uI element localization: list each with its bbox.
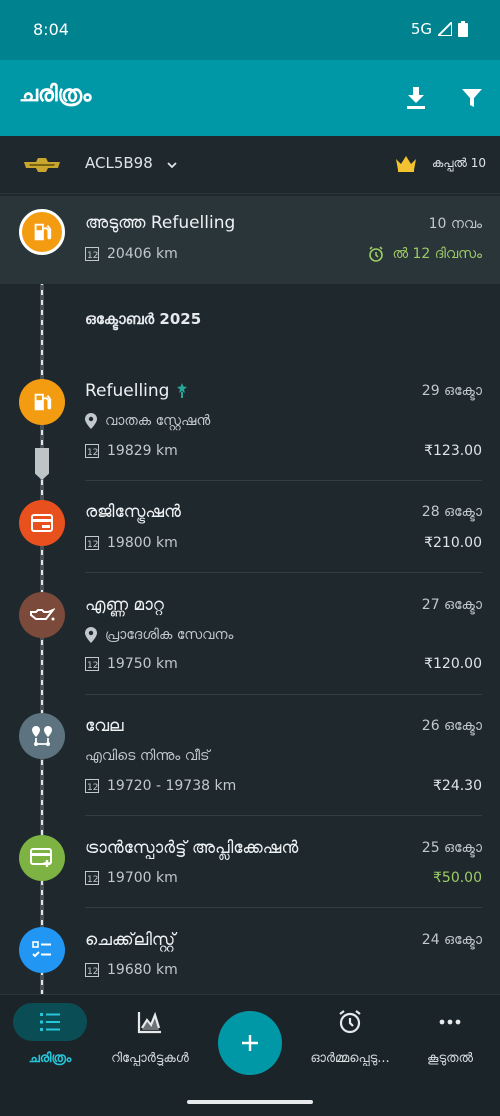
svg-text:12: 12 <box>87 448 98 458</box>
entry-odometer: 12 19700 km <box>85 870 178 886</box>
location-pin-icon <box>85 627 97 643</box>
download-icon[interactable] <box>400 82 432 114</box>
status-icons: 5G <box>411 20 468 38</box>
entry-location: പ്രാദേശിക സേവനം <box>85 627 233 643</box>
signal-icon <box>438 22 452 36</box>
odometer-icon: 12 <box>85 657 99 671</box>
chart-icon <box>100 1003 200 1041</box>
entry-title: രജിസ്ട്രേഷൻ <box>85 502 181 522</box>
entry-price: ₹120.00 <box>424 656 482 672</box>
upcoming-due: ൽ 12 ദിവസം <box>368 246 482 262</box>
card-plus-icon <box>19 835 65 881</box>
checklist-icon <box>19 927 65 973</box>
odometer-icon: 12 <box>85 779 99 793</box>
nav-history-label: ചരിത്രം <box>28 1051 72 1066</box>
divider <box>85 572 482 573</box>
entry-odometer: 12 19750 km <box>85 656 178 672</box>
nav-reminders-label: ഓർമ്മപ്പെടു... <box>310 1051 390 1066</box>
fuel-pump-icon <box>19 209 65 255</box>
status-time: 8:04 <box>33 20 69 39</box>
filter-icon[interactable] <box>456 82 488 114</box>
entry-price: ₹24.30 <box>433 778 482 794</box>
entry-odometer: 12 19680 km <box>85 962 178 978</box>
divider <box>85 694 482 695</box>
fleet-tier: കപ്പൽ 10 <box>431 156 486 170</box>
plus-icon <box>242 1035 258 1051</box>
upcoming-date: 10 നവം <box>428 216 482 232</box>
bottom-navigation: ചരിത്രം റിപ്പോർട്ടുകൾ ഓർമ്മപ്പെടു... കൂട… <box>0 994 500 1116</box>
entry-title: എണ്ണ മാറ്റ <box>85 595 164 615</box>
entry-title: ട്രാൻസ്പോർട്ട് അപ്ലിക്കേഷൻ <box>85 838 299 858</box>
more-dots-icon <box>400 1003 500 1041</box>
entry-location: വാതക സ്റ്റേഷൻ <box>85 413 210 429</box>
location-pin-icon <box>85 413 97 429</box>
nav-reports-label: റിപ്പോർട്ടുകൾ <box>111 1051 189 1066</box>
entry-odometer: 12 19829 km <box>85 443 178 459</box>
entry-odometer: 12 19720 - 19738 km <box>85 778 237 794</box>
add-entry-button[interactable] <box>218 1011 282 1075</box>
fuel-pump-icon <box>19 379 65 425</box>
upcoming-odometer: 12 20406 km <box>85 246 178 262</box>
entry-title: Refuelling <box>85 381 170 401</box>
crown-icon <box>395 155 417 177</box>
nav-history[interactable]: ചരിത്രം <box>0 1003 100 1066</box>
list-icon <box>13 1003 87 1041</box>
svg-text:12: 12 <box>87 783 98 793</box>
svg-text:12: 12 <box>87 875 98 885</box>
divider <box>85 815 482 816</box>
svg-text:12: 12 <box>87 967 98 977</box>
odometer-icon: 12 <box>85 536 99 550</box>
nav-more-label: കൂടുതൽ <box>426 1051 474 1066</box>
odometer-icon: 12 <box>85 444 99 458</box>
route-icon <box>19 713 65 759</box>
upcoming-connector <box>35 448 49 480</box>
entry-odometer: 12 19800 km <box>85 535 178 551</box>
month-header: ഒക്ടോബർ 2025 <box>85 310 202 328</box>
odometer-icon: 12 <box>85 871 99 885</box>
svg-text:12: 12 <box>87 251 98 261</box>
registration-card-icon <box>19 500 65 546</box>
entry-date: 27 ഒക്ടോ <box>421 597 482 613</box>
entry-note: എവിടെ നിന്നും വീട് <box>85 748 210 764</box>
svg-text:12: 12 <box>87 540 98 550</box>
entry-price: ₹210.00 <box>424 535 482 551</box>
entry-date: 28 ഒക്ടോ <box>421 504 482 520</box>
nav-reports[interactable]: റിപ്പോർട്ടുകൾ <box>100 1003 200 1066</box>
upcoming-title: അടുത്ത Refuelling <box>85 213 236 233</box>
vehicle-name: ACL5B98 <box>85 154 153 172</box>
odometer-icon: 12 <box>85 247 99 261</box>
entry-date: 26 ഒക്ടോ <box>421 718 482 734</box>
app-bar: ചരിത്രം <box>0 60 500 136</box>
alarm-clock-icon <box>300 1003 400 1041</box>
entry-date: 25 ഒക്ടോ <box>421 840 482 856</box>
chevron-down-icon <box>166 156 178 175</box>
status-bar: 8:04 5G <box>0 0 500 60</box>
entry-price: ₹123.00 <box>424 443 482 459</box>
entry-title: വേല <box>85 716 124 736</box>
entry-price: ₹50.00 <box>433 870 482 886</box>
divider <box>85 907 482 908</box>
network-type: 5G <box>410 20 432 38</box>
home-indicator <box>187 1100 313 1104</box>
nav-reminders[interactable]: ഓർമ്മപ്പെടു... <box>300 1003 400 1066</box>
entry-date: 24 ഒക്ടോ <box>421 932 482 948</box>
oil-can-icon <box>19 592 65 638</box>
alarm-icon <box>369 246 384 262</box>
entry-date: 29 ഒക്ടോ <box>421 383 482 399</box>
upcoming-reminder-card[interactable]: അടുത്ത Refuelling 10 നവം 12 20406 km ൽ 1… <box>0 196 500 480</box>
divider <box>85 480 482 481</box>
page-title: ചരിത്രം <box>19 82 92 107</box>
car-brand-logo-icon <box>24 157 60 176</box>
svg-text:12: 12 <box>87 661 98 671</box>
vehicle-selector[interactable]: ACL5B98 കപ്പൽ 10 <box>0 136 500 194</box>
odometer-icon: 12 <box>85 963 99 977</box>
battery-icon <box>458 21 468 37</box>
nav-more[interactable]: കൂടുതൽ <box>400 1003 500 1066</box>
pump-star-icon <box>176 383 188 403</box>
entry-title: ചെക്ക്‌ലിസ്റ്റ് <box>85 930 176 950</box>
